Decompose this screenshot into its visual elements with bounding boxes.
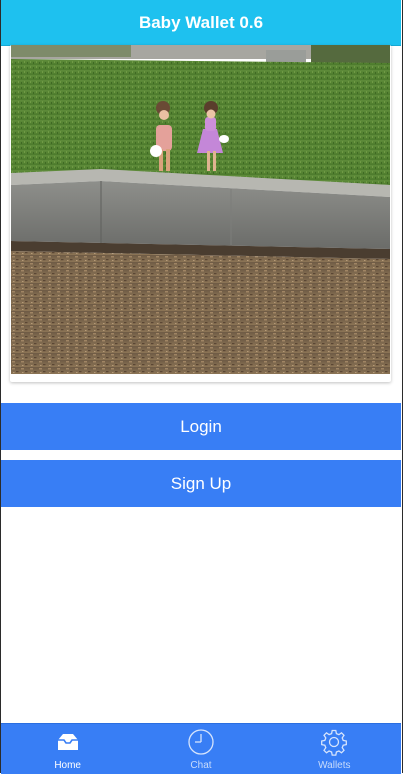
tab-chat-label: Chat bbox=[190, 760, 212, 771]
login-button[interactable]: Login bbox=[1, 403, 401, 450]
gear-icon bbox=[321, 729, 348, 756]
window-frame-left bbox=[0, 0, 1, 773]
clock-icon bbox=[188, 729, 214, 755]
app-title: Baby Wallet 0.6 bbox=[138, 12, 264, 32]
tab-home[interactable]: Home bbox=[1, 724, 134, 774]
tab-bar: Home Chat Wallets bbox=[1, 723, 401, 774]
hero-photo-card bbox=[10, 45, 391, 382]
hero-photo bbox=[11, 45, 390, 374]
tab-wallets-label: Wallets bbox=[318, 760, 351, 771]
tab-chat[interactable]: Chat bbox=[134, 724, 267, 774]
inbox-icon bbox=[57, 734, 78, 750]
signup-button[interactable]: Sign Up bbox=[1, 460, 401, 507]
app-header: Baby Wallet 0.6 bbox=[1, 0, 401, 46]
tab-wallets[interactable]: Wallets bbox=[268, 724, 401, 774]
tab-home-label: Home bbox=[54, 760, 81, 771]
